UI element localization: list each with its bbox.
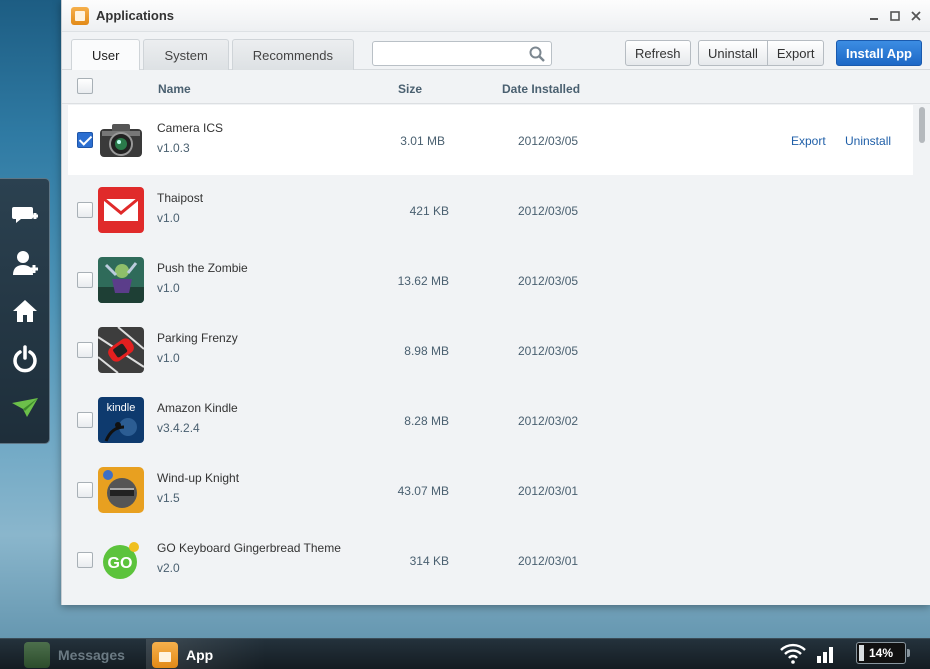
select-all-checkbox[interactable] <box>77 78 93 94</box>
app-version: v3.4.2.4 <box>157 421 200 435</box>
list-scrollbar[interactable] <box>919 107 925 143</box>
app-size: 13.62 MB <box>397 274 449 288</box>
taskbar: Messages App 14% <box>0 638 930 669</box>
app-box-icon <box>71 6 89 25</box>
search-input[interactable] <box>379 42 529 64</box>
table-row[interactable]: Parking Frenzy v1.0 8.98 MB 2012/03/05 <box>62 315 917 385</box>
app-date: 2012/03/05 <box>518 134 579 148</box>
side-dock <box>0 178 50 444</box>
app-size: 421 KB <box>409 204 449 218</box>
app-name: Parking Frenzy <box>157 331 238 345</box>
app-version: v1.0.3 <box>157 141 190 155</box>
messages-icon <box>24 641 50 668</box>
row-checkbox[interactable] <box>77 412 93 428</box>
camera-icon <box>98 117 144 163</box>
table-row[interactable]: kindle Amazon Kindle v3.4.2.4 8.28 MB 20… <box>62 385 917 455</box>
app-size: 8.28 MB <box>404 414 449 428</box>
app-date: 2012/03/02 <box>518 414 579 428</box>
install-app-button[interactable]: Install App <box>836 40 922 66</box>
battery-indicator[interactable]: 14% <box>856 642 910 664</box>
app-version: v1.0 <box>157 351 180 365</box>
wifi-icon[interactable] <box>779 642 807 664</box>
app-date: 2012/03/01 <box>518 484 579 498</box>
app-name: Push the Zombie <box>157 261 248 275</box>
kindle-logo-text: kindle <box>107 402 136 414</box>
uninstall-button[interactable]: Uninstall <box>698 40 768 66</box>
app-name: Wind-up Knight <box>157 471 240 485</box>
red-car-icon <box>98 327 144 373</box>
taskbar-app[interactable]: App <box>146 639 266 669</box>
zombie-game-icon <box>98 257 144 303</box>
add-message-icon[interactable] <box>11 201 39 229</box>
window-controls <box>867 9 930 22</box>
refresh-button[interactable]: Refresh <box>625 40 691 66</box>
export-button[interactable]: Export <box>767 40 825 66</box>
minimize-icon[interactable] <box>867 9 880 22</box>
signal-icon[interactable] <box>816 642 836 664</box>
window-title: Applications <box>96 8 175 23</box>
tab-system[interactable]: System <box>143 39 229 70</box>
app-size: 8.98 MB <box>404 344 449 358</box>
mail-envelope-icon <box>98 187 144 233</box>
power-icon[interactable] <box>11 345 39 373</box>
home-icon[interactable] <box>11 297 39 325</box>
row-checkbox[interactable] <box>77 342 93 358</box>
row-export-link[interactable]: Export <box>791 134 826 148</box>
row-checkbox[interactable] <box>77 552 93 568</box>
app-version: v2.0 <box>157 561 180 575</box>
row-checkbox[interactable] <box>77 272 93 288</box>
toolbar: User System Recommends Refresh Uninstall… <box>62 32 930 71</box>
taskbar-messages-label: Messages <box>58 646 125 663</box>
app-date: 2012/03/01 <box>518 554 579 568</box>
tab-recommends[interactable]: Recommends <box>231 39 354 70</box>
table-row[interactable]: Camera ICS v1.0.3 3.01 MB 2012/03/05 Exp… <box>68 105 913 175</box>
row-checkbox[interactable] <box>77 132 93 148</box>
maximize-icon[interactable] <box>888 9 901 22</box>
app-size: 3.01 MB <box>400 134 445 148</box>
search-box <box>372 41 552 66</box>
table-row[interactable]: Thaipost v1.0 421 KB 2012/03/05 <box>62 175 917 245</box>
add-contact-icon[interactable] <box>11 249 39 277</box>
column-date[interactable]: Date Installed <box>502 82 580 96</box>
app-version: v1.0 <box>157 211 180 225</box>
app-name: Camera ICS <box>157 121 224 135</box>
column-name[interactable]: Name <box>158 82 191 96</box>
app-date: 2012/03/05 <box>518 204 579 218</box>
uninstall-export-group: Uninstall Export <box>698 40 825 66</box>
app-version: v1.0 <box>157 281 180 295</box>
go-logo-text: GO <box>108 555 133 572</box>
tab-user[interactable]: User <box>71 39 141 71</box>
table-row[interactable]: Push the Zombie v1.0 13.62 MB 2012/03/05 <box>62 245 917 315</box>
app-date: 2012/03/05 <box>518 274 579 288</box>
go-keyboard-icon: GO <box>98 537 144 583</box>
taskbar-messages[interactable]: Messages <box>24 639 125 669</box>
table-row[interactable]: Wind-up Knight v1.5 43.07 MB 2012/03/01 <box>62 455 917 525</box>
knight-helmet-icon <box>98 467 144 513</box>
app-name: Thaipost <box>157 191 204 205</box>
app-size: 43.07 MB <box>397 484 449 498</box>
row-checkbox[interactable] <box>77 482 93 498</box>
row-uninstall-link[interactable]: Uninstall <box>845 134 891 148</box>
applications-window: Applications User System Recommends Refr… <box>61 0 930 605</box>
app-list: Camera ICS v1.0.3 3.01 MB 2012/03/05 Exp… <box>62 105 917 595</box>
column-size[interactable]: Size <box>398 82 422 96</box>
app-name: Amazon Kindle <box>157 401 238 415</box>
app-box-icon <box>152 641 178 668</box>
taskbar-app-label: App <box>186 646 214 663</box>
row-checkbox[interactable] <box>77 202 93 218</box>
tab-bar: User System Recommends <box>71 39 354 71</box>
search-icon[interactable] <box>529 46 545 62</box>
kindle-icon: kindle <box>98 397 144 443</box>
app-size: 314 KB <box>409 554 449 568</box>
paper-plane-icon[interactable] <box>11 393 39 421</box>
table-row[interactable]: GO GO Keyboard Gingerbread Theme v2.0 31… <box>62 525 917 595</box>
close-icon[interactable] <box>909 9 922 22</box>
app-version: v1.5 <box>157 491 180 505</box>
app-name: GO Keyboard Gingerbread Theme <box>157 541 341 555</box>
app-date: 2012/03/05 <box>518 344 579 358</box>
table-header: Name Size Date Installed <box>62 70 930 104</box>
title-bar: Applications <box>62 0 930 32</box>
